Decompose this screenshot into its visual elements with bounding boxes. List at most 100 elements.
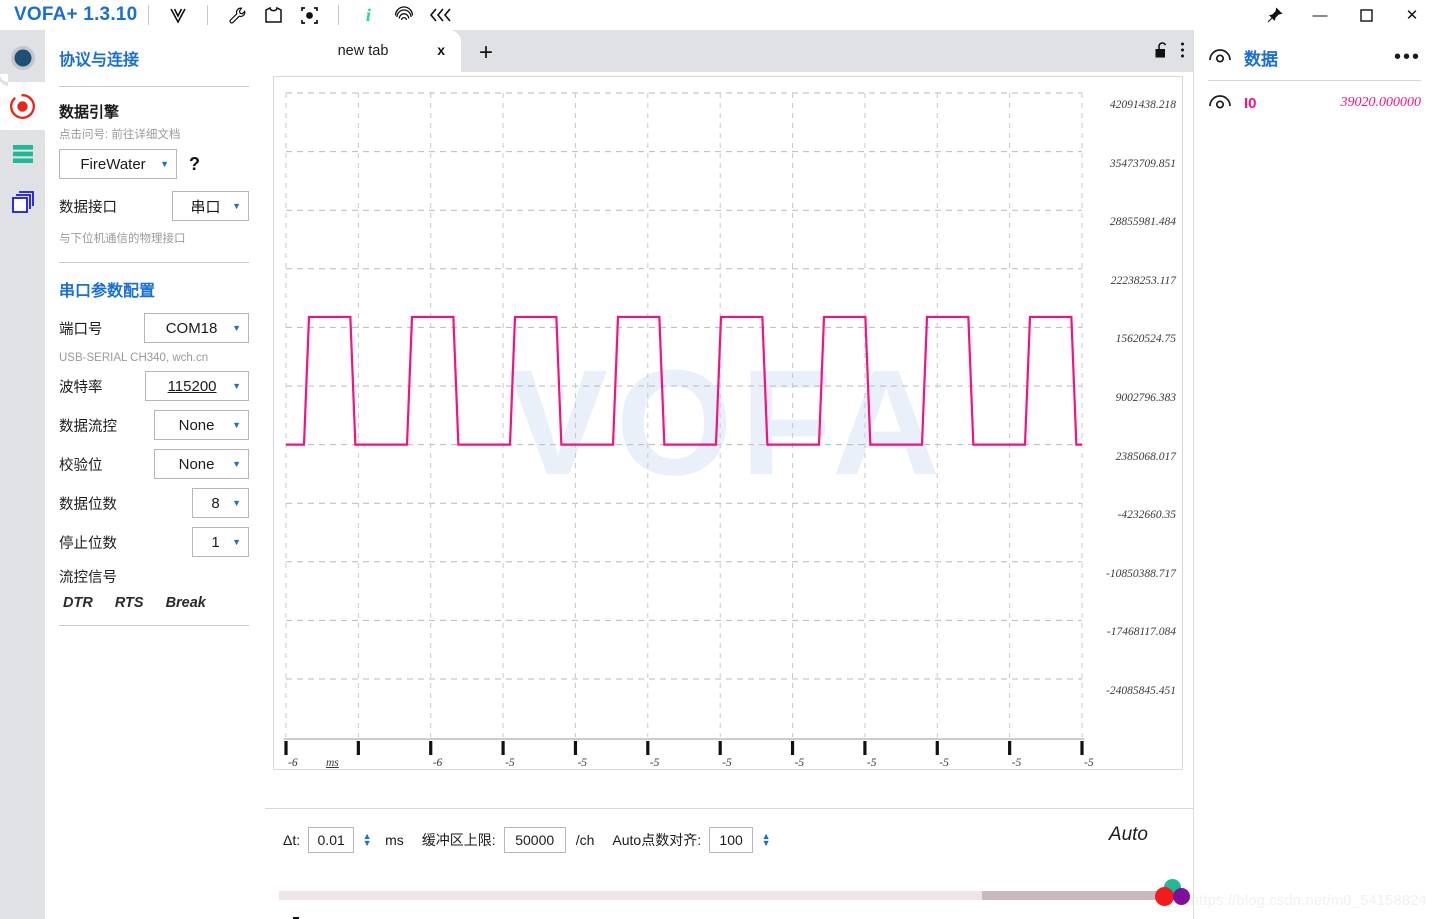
auto-align-stepper[interactable]: ▲ ▼ xyxy=(758,831,774,847)
flow-control-select[interactable]: None ▼ xyxy=(154,410,249,440)
divider xyxy=(59,262,249,263)
data-panel-title: 数据 xyxy=(1244,49,1278,69)
chevron-down-icon: ▼ xyxy=(232,419,241,430)
panel-title: 协议与连接 xyxy=(59,52,140,69)
vofa-logo-icon[interactable] xyxy=(163,2,193,28)
close-icon[interactable]: x xyxy=(437,42,445,58)
marker-knob-red[interactable] xyxy=(1155,887,1174,906)
x-axis-tick: -5 xyxy=(939,757,949,769)
marker-knob-purple[interactable] xyxy=(1173,888,1190,905)
data-bits-row: 数据位数 8 ▼ xyxy=(59,488,249,518)
divider xyxy=(148,5,150,25)
waveform-plot-card[interactable]: VOFA 42091438.218 35473709.851 28855981.48… xyxy=(273,76,1183,770)
connection-config-panel: 协议与连接 数据引擎 点击问号: 前往详细文档 FireWater ▼ ? 数据… xyxy=(45,30,265,919)
shirt-icon[interactable] xyxy=(258,2,288,28)
auto-align-input[interactable]: 100 xyxy=(709,826,754,853)
timeline-scrollbar[interactable] xyxy=(265,879,1193,906)
chevron-down-icon: ▼ xyxy=(232,458,241,469)
unlocked-padlock-icon[interactable] xyxy=(1154,41,1170,64)
pin-icon[interactable] xyxy=(1251,0,1297,30)
delta-t-stepper[interactable]: ▲ ▼ xyxy=(359,831,375,847)
scrollbar-thumb[interactable] xyxy=(982,891,1170,900)
data-interface-select[interactable]: 串口 ▼ xyxy=(172,191,249,221)
stop-bits-label: 停止位数 xyxy=(59,535,117,552)
auto-button[interactable]: Auto xyxy=(1109,824,1148,846)
data-bits-value: 8 xyxy=(211,494,220,512)
data-panel: 数据 ••• I0 39020.000000 xyxy=(1193,30,1435,919)
buffer-limit-unit: /ch xyxy=(575,831,595,848)
divider xyxy=(207,5,209,25)
x-axis-tick: -5 xyxy=(794,757,805,769)
wrench-icon[interactable] xyxy=(222,2,252,28)
flow-signal-buttons: DTR RTS Break xyxy=(59,595,249,611)
chevron-down-icon: ▼ xyxy=(232,497,241,508)
fingerprint-icon[interactable] xyxy=(389,2,419,28)
add-tab-button[interactable]: + xyxy=(479,41,493,65)
parity-value: None xyxy=(178,455,215,473)
close-button[interactable]: ✕ xyxy=(1389,0,1435,30)
help-question-icon[interactable]: ? xyxy=(189,154,200,175)
port-hint: USB-SERIAL CH340, wch.cn xyxy=(59,352,209,364)
stop-bits-select[interactable]: 1 ▼ xyxy=(192,527,249,557)
data-interface-hint: 与下位机通信的物理接口 xyxy=(59,233,186,245)
data-channel-row[interactable]: I0 39020.000000 xyxy=(1208,81,1421,125)
data-panel-header: 数据 ••• xyxy=(1208,30,1421,78)
kebab-menu-icon[interactable] xyxy=(1180,41,1185,64)
tab-new-tab[interactable]: new tab x xyxy=(265,30,461,72)
data-interface-label: 数据接口 xyxy=(59,199,117,216)
left-icon-rail xyxy=(0,30,45,919)
flow-control-label: 数据流控 xyxy=(59,418,117,435)
stop-bits-row: 停止位数 1 ▼ xyxy=(59,527,249,557)
buffer-limit-input[interactable]: 50000 xyxy=(503,826,566,853)
x-axis-tick: -5 xyxy=(649,757,660,769)
data-bits-select[interactable]: 8 ▼ xyxy=(192,488,249,518)
baud-row: 波特率 115200 ▼ xyxy=(59,371,249,401)
port-row: 端口号 COM18 ▼ xyxy=(59,313,249,343)
port-select[interactable]: COM18 ▼ xyxy=(144,313,249,343)
data-interface-row: 数据接口 串口 ▼ xyxy=(59,191,249,221)
delta-t-unit: ms xyxy=(385,831,404,848)
flow-control-value: None xyxy=(178,416,215,434)
divider xyxy=(59,625,249,626)
title-bar: VOFA+ 1.3.10 i — ✕ xyxy=(0,0,1435,30)
chevron-down-icon: ▼ xyxy=(232,536,241,547)
x-axis-tick: -5 xyxy=(577,757,588,769)
tab-label: new tab xyxy=(337,43,389,59)
chevron-down-icon: ▼ xyxy=(232,200,241,211)
vofa-application-window: VOFA+ 1.3.10 i — ✕ 协议与连接 数据引擎 点击问号: 前往详细… xyxy=(0,0,1435,919)
plot-controls-bar: Δt: 0.01 ▲ ▼ ms 缓冲区上限: 50000 /ch Auto点数对齐… xyxy=(265,808,1193,870)
waveform-eye-icon xyxy=(1208,46,1232,69)
rts-button[interactable]: RTS xyxy=(115,595,144,611)
data-engine-group-title: 数据引擎 xyxy=(59,104,120,121)
chevron-down-icon: ▼ xyxy=(232,322,241,333)
info-icon[interactable]: i xyxy=(353,2,383,28)
maximize-button[interactable] xyxy=(1343,0,1389,30)
port-label: 端口号 xyxy=(59,321,103,338)
data-bits-label: 数据位数 xyxy=(59,496,117,513)
waveform-svg xyxy=(284,92,1084,755)
plot-inner: VOFA 42091438.218 35473709.851 28855981.48… xyxy=(274,77,1182,769)
baud-value: 115200 xyxy=(167,377,217,395)
sidebar-item-list[interactable] xyxy=(0,130,45,178)
collapse-left-icon[interactable] xyxy=(425,2,455,28)
dtr-button[interactable]: DTR xyxy=(63,595,93,611)
sidebar-item-windows[interactable] xyxy=(0,178,45,226)
data-engine-select[interactable]: FireWater ▼ xyxy=(59,149,177,179)
flow-control-row: 数据流控 None ▼ xyxy=(59,410,249,440)
app-title: VOFA+ 1.3.10 xyxy=(14,4,138,25)
parity-select[interactable]: None ▼ xyxy=(154,449,249,479)
waveform-eye-icon[interactable] xyxy=(1208,92,1232,115)
target-icon[interactable] xyxy=(294,2,324,28)
baud-select[interactable]: 115200 ▼ xyxy=(145,371,249,401)
break-button[interactable]: Break xyxy=(166,595,206,611)
channel-value: 39020.000000 xyxy=(1340,95,1422,110)
status-bar: 10605 / 50000 | 129 0.128ms/X-div xyxy=(265,908,1193,919)
divider xyxy=(59,86,249,87)
tab-bar-actions xyxy=(1154,41,1185,64)
minimize-button[interactable]: — xyxy=(1297,0,1343,30)
sidebar-item-record[interactable] xyxy=(0,74,45,130)
data-panel-menu[interactable]: ••• xyxy=(1394,47,1421,67)
delta-t-input[interactable]: 0.01 xyxy=(308,826,355,853)
data-engine-hint: 点击问号: 前往详细文档 xyxy=(59,129,181,141)
window-controls: — ✕ xyxy=(1251,0,1435,30)
